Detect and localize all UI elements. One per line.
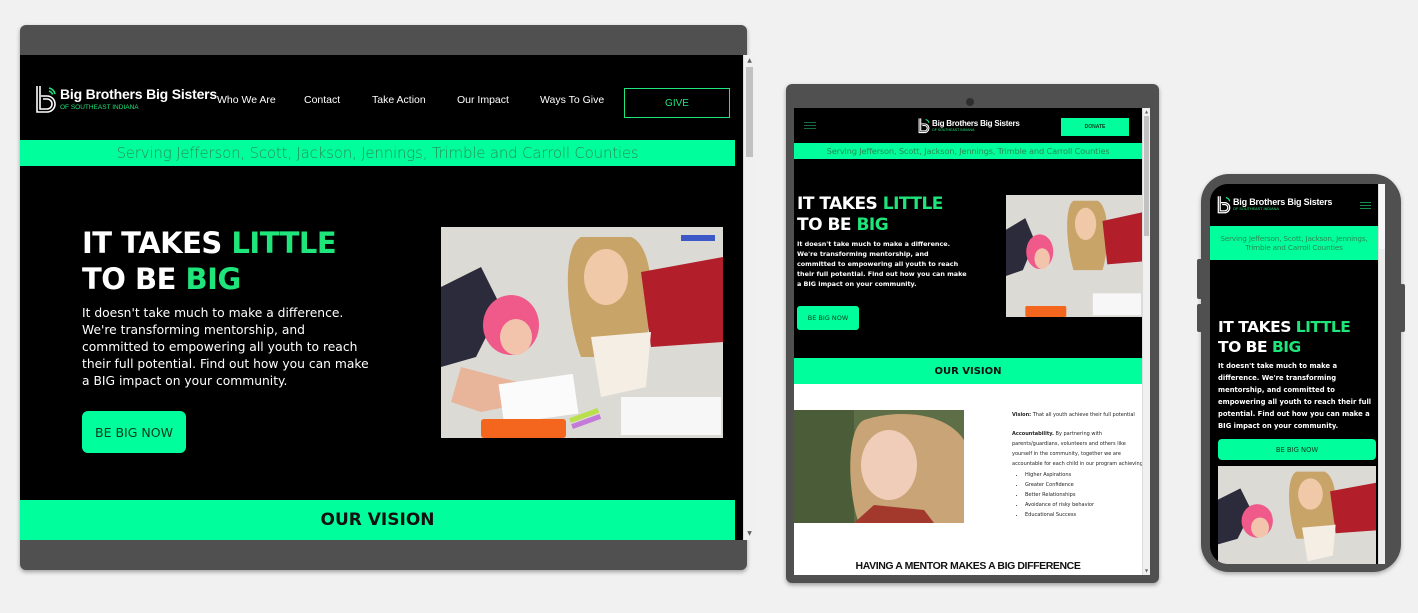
hero-title-highlight-2: BIG bbox=[856, 215, 889, 235]
desktop-scrollbar[interactable]: ▲ ▼ bbox=[743, 55, 755, 540]
brand-name: Big Brothers Big Sisters bbox=[932, 119, 1020, 128]
phone-header: Big Brothers Big Sisters OF SOUTHEAST IN… bbox=[1210, 184, 1378, 226]
site-logo[interactable]: Big Brothers Big Sisters OF SOUTHEAST IN… bbox=[918, 117, 1020, 134]
tablet-viewport: Big Brothers Big Sisters OF SOUTHEAST IN… bbox=[794, 108, 1150, 575]
hero-photo bbox=[441, 227, 723, 438]
vision-text: Vision: That all youth achieve their ful… bbox=[1012, 410, 1147, 520]
hero-photo bbox=[1006, 195, 1142, 317]
hero-title-highlight-1: LITTLE bbox=[231, 226, 337, 260]
donate-button[interactable]: DONATE bbox=[1061, 118, 1129, 136]
vision-statement: That all youth achieve their full potent… bbox=[1031, 412, 1135, 418]
accountability-label: Accountability. bbox=[1012, 431, 1054, 437]
hero-title-text-1: IT TAKES bbox=[82, 226, 232, 260]
laptop-device-frame: Big Brothers Big Sisters. OF SOUTHEAST I… bbox=[20, 25, 755, 570]
scrollbar-thumb[interactable] bbox=[746, 67, 753, 157]
brand-name: Big Brothers Big Sisters bbox=[60, 85, 218, 102]
phone-power-button bbox=[1401, 284, 1405, 332]
nav-contact[interactable]: Contact bbox=[304, 94, 340, 106]
hero-content: IT TAKES LITTLE TO BE BIG It doesn't tak… bbox=[82, 225, 382, 390]
brand-name: Big Brothers Big Sisters bbox=[1233, 197, 1333, 207]
outcome-item: Educational Success bbox=[1025, 510, 1147, 520]
give-button[interactable]: GIVE bbox=[624, 88, 730, 118]
desktop-viewport: Big Brothers Big Sisters. OF SOUTHEAST I… bbox=[20, 55, 755, 540]
child-looking-up-photo-illustration bbox=[794, 410, 964, 523]
hero-photo bbox=[1218, 466, 1376, 564]
site-logo[interactable]: Big Brothers Big Sisters OF SOUTHEAST IN… bbox=[1217, 195, 1332, 214]
bbbs-logo-icon bbox=[1217, 196, 1231, 214]
phone-device-frame: Big Brothers Big Sisters OF SOUTHEAST IN… bbox=[1197, 174, 1405, 572]
outcome-item: Greater Confidence bbox=[1025, 480, 1147, 490]
scrollbar-thumb[interactable] bbox=[1144, 116, 1149, 236]
hero-body: It doesn't take much to make a differenc… bbox=[82, 306, 369, 388]
tablet-device-frame: Big Brothers Big Sisters OF SOUTHEAST IN… bbox=[786, 84, 1159, 583]
scroll-up-arrow-icon[interactable]: ▲ bbox=[1143, 108, 1150, 116]
hero-title-text-1: IT TAKES bbox=[797, 194, 883, 214]
hero-body: It doesn't take much to make a differenc… bbox=[1218, 362, 1372, 430]
hero-title-highlight-1: LITTLE bbox=[882, 194, 944, 214]
nav-our-impact[interactable]: Our Impact bbox=[457, 94, 509, 106]
be-big-now-button[interactable]: BE BIG NOW bbox=[1218, 439, 1376, 460]
hamburger-menu-icon[interactable] bbox=[1360, 202, 1371, 209]
our-vision-section-header: OUR VISION bbox=[20, 500, 735, 540]
hero-content: IT TAKES LITTLE TO BE BIG It doesn't tak… bbox=[1218, 317, 1378, 432]
hero-title: IT TAKES LITTLE TO BE BIG bbox=[1218, 317, 1378, 357]
nav-take-action[interactable]: Take Action bbox=[372, 94, 426, 106]
hero-title-highlight-2: BIG bbox=[185, 262, 242, 296]
scroll-down-arrow-icon[interactable]: ▼ bbox=[1143, 567, 1150, 575]
service-area-banner: Serving Jefferson, Scott, Jackson, Jenni… bbox=[794, 143, 1142, 159]
tablet-scrollbar[interactable]: ▲ ▼ bbox=[1142, 108, 1150, 575]
hero-title-text-2: TO BE bbox=[797, 215, 857, 235]
service-area-banner: Serving Jefferson, Scott, Jackson, Jenni… bbox=[1210, 226, 1378, 260]
bbbs-logo-icon bbox=[36, 86, 56, 113]
hero-title: IT TAKES LITTLE TO BE BIG bbox=[797, 194, 997, 236]
site-logo[interactable]: Big Brothers Big Sisters. OF SOUTHEAST I… bbox=[35, 84, 219, 114]
vision-photo bbox=[794, 410, 964, 523]
be-big-now-button[interactable]: BE BIG NOW bbox=[82, 411, 186, 453]
our-vision-section-header: OUR VISION bbox=[794, 358, 1142, 384]
mentor-child-photo-illustration bbox=[441, 227, 723, 438]
phone-volume-button bbox=[1197, 259, 1201, 299]
service-area-banner: Serving Jefferson, Scott, Jackson, Jenni… bbox=[20, 140, 735, 166]
brand-subtitle: OF SOUTHEAST INDIANA bbox=[1233, 207, 1279, 211]
vision-label: Vision: bbox=[1012, 412, 1032, 418]
hero-title-highlight-1: LITTLE bbox=[1295, 318, 1351, 336]
hero-title-text-2: TO BE bbox=[1218, 338, 1272, 356]
brand-subtitle: OF SOUTHEAST INDIANA bbox=[60, 103, 139, 111]
brand-subtitle: OF SOUTHEAST INDIANA bbox=[932, 128, 975, 132]
outcome-item: Higher Aspirations bbox=[1025, 470, 1147, 480]
tablet-header: Big Brothers Big Sisters OF SOUTHEAST IN… bbox=[794, 108, 1142, 143]
phone-viewport: Big Brothers Big Sisters OF SOUTHEAST IN… bbox=[1210, 184, 1385, 564]
nav-who-we-are[interactable]: Who We Are bbox=[217, 94, 276, 106]
phone-volume-button bbox=[1197, 304, 1201, 332]
hero-body: It doesn't take much to make a differenc… bbox=[797, 240, 967, 288]
hamburger-menu-icon[interactable] bbox=[804, 122, 816, 129]
hero-content: IT TAKES LITTLE TO BE BIG It doesn't tak… bbox=[797, 194, 997, 289]
scrollbar-thumb[interactable] bbox=[1379, 184, 1385, 249]
nav-ways-to-give[interactable]: Ways To Give bbox=[540, 94, 604, 106]
site-header: Big Brothers Big Sisters. OF SOUTHEAST I… bbox=[20, 55, 735, 140]
outcome-item: Better Relationships bbox=[1025, 490, 1147, 500]
vision-section: Vision: That all youth achieve their ful… bbox=[794, 384, 1145, 575]
hero-title-text-1: IT TAKES bbox=[1218, 318, 1296, 336]
camera-icon bbox=[966, 98, 974, 106]
hero-title-highlight-2: BIG bbox=[1271, 338, 1301, 356]
hero-title: IT TAKES LITTLE TO BE BIG bbox=[82, 225, 382, 297]
scroll-up-arrow-icon[interactable]: ▲ bbox=[744, 55, 755, 67]
mentor-child-photo-illustration bbox=[1218, 466, 1376, 564]
scroll-down-arrow-icon[interactable]: ▼ bbox=[744, 528, 755, 540]
outcome-item: Avoidance of risky behavior bbox=[1025, 500, 1147, 510]
mentor-child-photo-illustration bbox=[1006, 195, 1142, 317]
mentor-difference-heading: HAVING A MENTOR MAKES A BIG DIFFERENCE bbox=[855, 560, 1081, 572]
bbbs-logo-icon bbox=[918, 118, 930, 134]
hero-title-text-2: TO BE bbox=[82, 262, 186, 296]
phone-scrollbar[interactable] bbox=[1378, 184, 1385, 564]
be-big-now-button[interactable]: BE BIG NOW bbox=[797, 306, 859, 330]
outcomes-list: Higher Aspirations Greater Confidence Be… bbox=[1012, 470, 1147, 520]
